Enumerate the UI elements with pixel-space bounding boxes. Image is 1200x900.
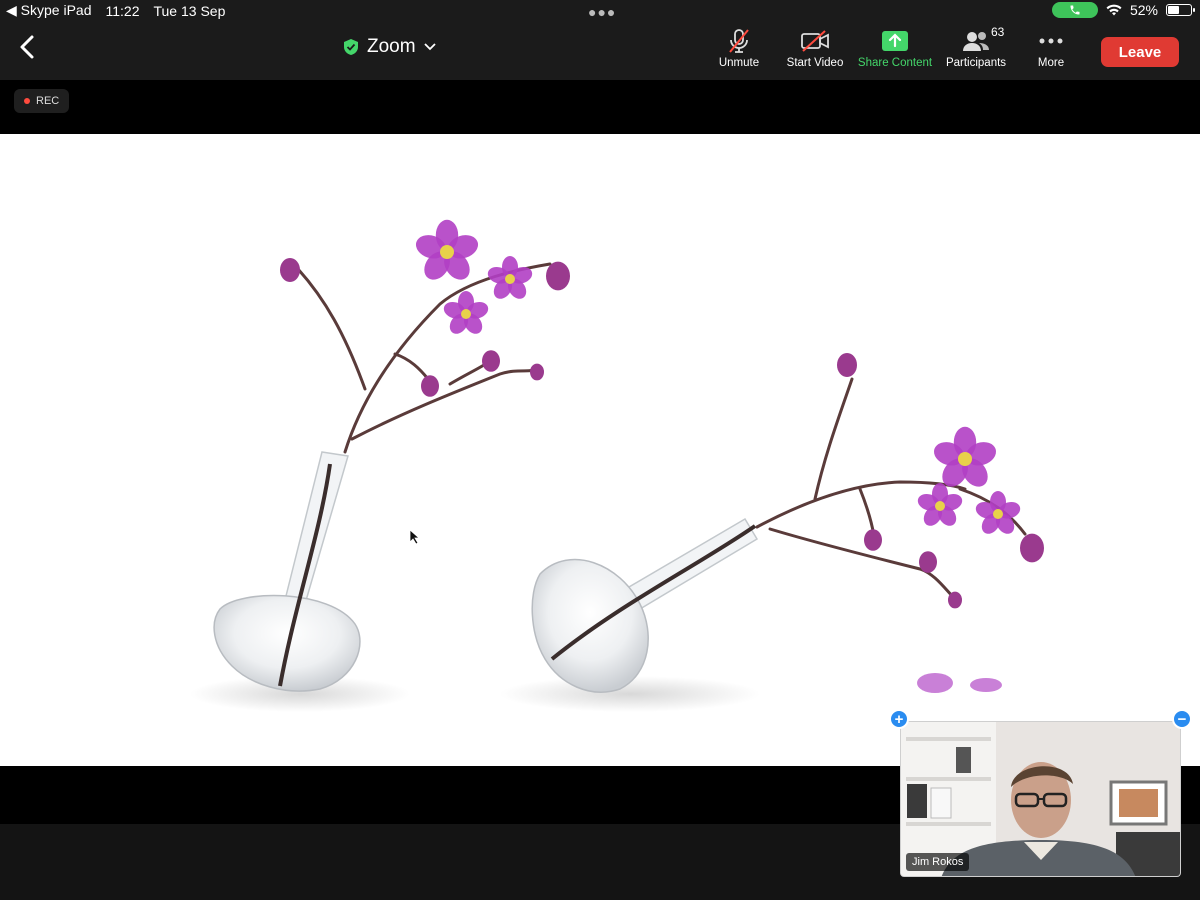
meeting-toolbar: Zoom Unmute Start Video Share Content 63… — [0, 22, 1200, 80]
participants-button[interactable]: 63 Participants — [934, 25, 1018, 69]
share-content-button[interactable]: Share Content — [853, 28, 937, 69]
recording-label: REC — [36, 95, 60, 107]
orchid-bud — [530, 363, 544, 381]
start-video-button[interactable]: Start Video — [773, 28, 857, 69]
meeting-title-dropdown[interactable]: Zoom — [343, 36, 436, 58]
wifi-icon — [1106, 4, 1122, 16]
share-content-label: Share Content — [857, 57, 933, 69]
fallen-petal — [917, 673, 953, 693]
orchid-bud — [948, 591, 962, 609]
right-vase — [531, 517, 759, 693]
participant-name-label: Jim Rokos — [906, 853, 970, 871]
right-orchid-stems — [755, 377, 1027, 601]
orchid-flower — [933, 426, 997, 487]
phone-icon — [1070, 5, 1080, 15]
start-video-label: Start Video — [786, 57, 844, 69]
status-bar: ◀ Skype iPad 11:22 Tue 13 Sep ●●● 52% — [0, 0, 1200, 22]
more-dots-icon — [1039, 38, 1063, 44]
chevron-down-icon — [423, 43, 436, 51]
unmute-button[interactable]: Unmute — [697, 28, 781, 69]
orchid-bud — [864, 529, 882, 551]
self-video-thumbnail[interactable]: Jim Rokos — [900, 721, 1181, 877]
battery-percent: 52% — [1129, 2, 1158, 18]
share-screen-icon — [882, 31, 908, 51]
participants-icon — [963, 32, 989, 51]
orchid-bud — [280, 258, 300, 282]
plus-icon: + — [894, 710, 904, 728]
left-vase — [213, 451, 361, 692]
video-off-icon — [801, 30, 829, 52]
orchid-bud — [1020, 533, 1044, 563]
orchid-bud — [837, 353, 857, 377]
fallen-petal — [970, 678, 1002, 692]
unmute-label: Unmute — [718, 57, 760, 69]
meeting-title: Zoom — [367, 36, 416, 57]
more-button[interactable]: More — [1009, 28, 1093, 69]
expand-thumbnail-button[interactable]: + — [889, 709, 909, 729]
battery-icon — [1166, 4, 1195, 16]
participants-label: Participants — [945, 57, 1007, 69]
participants-count: 63 — [991, 25, 1005, 39]
orchid-flower — [917, 483, 963, 526]
multitasking-dots-icon[interactable]: ●●● — [588, 4, 616, 20]
shared-screen[interactable] — [0, 134, 1200, 766]
status-date: Tue 13 Sep — [153, 2, 226, 19]
mouse-cursor-icon — [409, 529, 421, 545]
more-label: More — [1037, 57, 1065, 69]
recording-dot-icon — [24, 98, 30, 104]
active-call-pill[interactable] — [1051, 2, 1098, 18]
orchid-flower — [487, 256, 533, 299]
orchid-bud — [919, 551, 937, 573]
orchid-flower — [415, 219, 479, 280]
orchid-bud — [546, 261, 570, 291]
orchid-bud — [482, 350, 500, 372]
back-to-app[interactable]: ◀ Skype iPad — [6, 2, 91, 19]
orchid-flowers — [280, 219, 1044, 693]
share-top-band: REC — [0, 80, 1200, 134]
minus-icon: − — [1177, 710, 1187, 728]
orchid-bud — [421, 375, 439, 397]
back-button[interactable] — [14, 32, 42, 62]
orchid-vases-image — [190, 219, 1044, 712]
back-app-label: Skype iPad — [20, 2, 92, 18]
chevron-left-icon — [20, 35, 34, 59]
minimize-thumbnail-button[interactable]: − — [1172, 709, 1192, 729]
status-time: 11:22 — [105, 2, 140, 19]
shield-check-icon — [344, 39, 358, 55]
recording-indicator[interactable]: REC — [14, 89, 70, 113]
muted-microphone-icon — [729, 29, 749, 53]
leave-button[interactable]: Leave — [1101, 37, 1179, 67]
